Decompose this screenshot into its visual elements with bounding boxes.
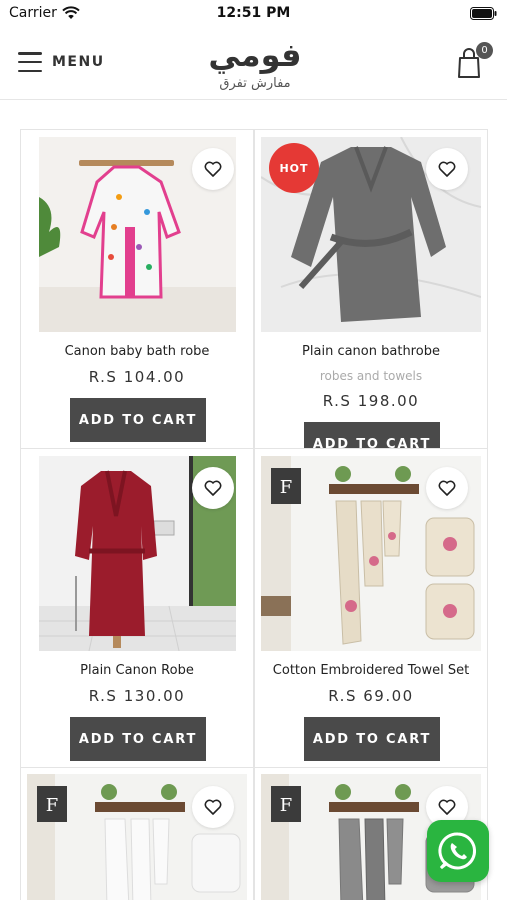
heart-outline-icon: [438, 161, 456, 177]
heart-outline-icon: [204, 480, 222, 496]
heart-outline-icon: [204, 161, 222, 177]
wishlist-button[interactable]: [426, 148, 468, 190]
svg-text:F: F: [46, 795, 59, 816]
status-bar: Carrier 12:51 PM: [0, 0, 507, 28]
product-price: R.S 130.00: [88, 687, 186, 705]
add-to-cart-button[interactable]: ADD TO CART: [304, 717, 440, 761]
product-price: R.S 69.00: [328, 687, 414, 705]
logo-subtitle: مفارش تفرق: [219, 76, 290, 91]
product-price: R.S 104.00: [88, 368, 186, 386]
product-price: R.S 198.00: [322, 392, 420, 410]
cart-button[interactable]: 0: [456, 42, 496, 82]
svg-text:F: F: [280, 795, 293, 816]
menu-button[interactable]: MENU: [18, 50, 105, 74]
product-title[interactable]: Canon baby bath robe: [21, 344, 253, 359]
wishlist-button[interactable]: [192, 148, 234, 190]
whatsapp-icon: [438, 832, 477, 870]
heart-outline-icon: [438, 799, 456, 815]
product-title[interactable]: Cotton Embroidered Towel Set: [255, 663, 487, 678]
product-card[interactable]: F Cotton Embroidered Towel Set R.S 69.00…: [254, 448, 488, 768]
app-header: MENU فومي مفارش تفرق 0: [0, 28, 507, 100]
brand-logo[interactable]: فومي مفارش تفرق: [180, 32, 330, 94]
heart-outline-icon: [438, 480, 456, 496]
product-card[interactable]: F: [20, 767, 254, 900]
whatsapp-chat-button[interactable]: [427, 820, 489, 882]
battery-icon: [470, 7, 497, 20]
clock: 12:51 PM: [216, 5, 291, 21]
heart-outline-icon: [204, 799, 222, 815]
add-to-cart-button[interactable]: ADD TO CART: [70, 717, 206, 761]
add-to-cart-button[interactable]: ADD TO CART: [304, 422, 440, 448]
product-card[interactable]: Plain Canon Robe R.S 130.00 ADD TO CART: [20, 448, 254, 768]
svg-text:F: F: [280, 477, 293, 498]
product-title[interactable]: Plain Canon Robe: [21, 663, 253, 678]
product-card[interactable]: HOT Plain canon bathrobe robes and towel…: [254, 129, 488, 449]
logo-text: فومي: [208, 36, 301, 74]
add-to-cart-button[interactable]: ADD TO CART: [70, 398, 206, 442]
hamburger-icon: [18, 52, 42, 72]
menu-label: MENU: [52, 54, 105, 70]
hot-badge: HOT: [269, 143, 319, 193]
wishlist-button[interactable]: [426, 467, 468, 509]
wishlist-button[interactable]: [192, 467, 234, 509]
product-category[interactable]: robes and towels: [255, 369, 487, 383]
cart-count-badge: 0: [476, 42, 493, 59]
wishlist-button[interactable]: [192, 786, 234, 828]
product-title[interactable]: Plain canon bathrobe: [255, 344, 487, 359]
product-card[interactable]: Canon baby bath robe R.S 104.00 ADD TO C…: [20, 129, 254, 449]
